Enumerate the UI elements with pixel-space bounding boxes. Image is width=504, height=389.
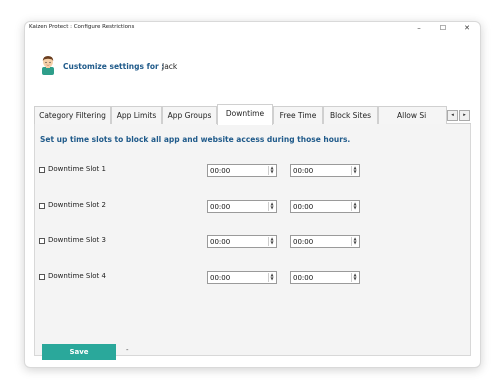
tab-app-groups[interactable]: App Groups: [162, 106, 217, 124]
tab-scroll-left-icon[interactable]: ◂: [447, 110, 458, 121]
end-time-value: 00:00: [293, 274, 314, 282]
time-spinner-icon[interactable]: ▲ ▼: [268, 237, 275, 246]
downtime-panel: Set up time slots to block all app and w…: [34, 124, 471, 360]
tab-downtime[interactable]: Downtime: [217, 104, 273, 125]
start-time-input[interactable]: 00:00 ▲ ▼: [207, 235, 277, 248]
tab-free-time[interactable]: Free Time: [273, 106, 323, 124]
tab-app-limits[interactable]: App Limits: [111, 106, 162, 124]
time-spinner-icon[interactable]: ▲ ▼: [351, 202, 358, 211]
downtime-slot-row: Downtime Slot 4 00:00 ▲ ▼ 00:00 ▲ ▼: [35, 271, 470, 285]
end-time-value: 00:00: [293, 203, 314, 211]
start-time-value: 00:00: [210, 238, 231, 246]
user-avatar-icon: [42, 56, 54, 75]
tab-category-filtering[interactable]: Category Filtering: [34, 106, 111, 124]
time-spinner-icon[interactable]: ▲ ▼: [351, 273, 358, 282]
window-title: Kaizen Protect : Configure Restrictions: [29, 24, 135, 30]
start-time-input[interactable]: 00:00 ▲ ▼: [207, 164, 277, 177]
slot-label: Downtime Slot 3: [48, 236, 106, 244]
end-time-input[interactable]: 00:00 ▲ ▼: [290, 200, 360, 213]
tab-scroll-right-icon[interactable]: ▸: [459, 110, 470, 121]
time-spinner-icon[interactable]: ▲ ▼: [268, 202, 275, 211]
tab-allow-sites[interactable]: Allow Si: [378, 106, 447, 124]
end-time-input[interactable]: 00:00 ▲ ▼: [290, 235, 360, 248]
end-time-input[interactable]: 00:00 ▲ ▼: [290, 271, 360, 284]
slot-checkbox[interactable]: [39, 203, 45, 209]
user-name: Jack: [162, 62, 178, 71]
end-time-input[interactable]: 00:00 ▲ ▼: [290, 164, 360, 177]
slot-label: Downtime Slot 2: [48, 201, 106, 209]
start-time-value: 00:00: [210, 167, 231, 175]
slot-label: Downtime Slot 4: [48, 272, 106, 280]
time-spinner-icon[interactable]: ▲ ▼: [268, 273, 275, 282]
start-time-input[interactable]: 00:00 ▲ ▼: [207, 200, 277, 213]
start-time-input[interactable]: 00:00 ▲ ▼: [207, 271, 277, 284]
customize-label: Customize settings for :: [63, 62, 165, 71]
title-bar: Kaizen Protect : Configure Restrictions …: [25, 22, 480, 36]
time-spinner-icon[interactable]: ▲ ▼: [268, 166, 275, 175]
tab-bar: Category Filtering App Limits App Groups…: [34, 104, 471, 125]
downtime-slot-row: Downtime Slot 1 00:00 ▲ ▼ 00:00 ▲ ▼: [35, 164, 470, 178]
end-time-value: 00:00: [293, 238, 314, 246]
start-time-value: 00:00: [210, 274, 231, 282]
status-text: -: [126, 346, 129, 354]
time-spinner-icon[interactable]: ▲ ▼: [351, 237, 358, 246]
minimize-button[interactable]: –: [412, 23, 426, 33]
time-spinner-icon[interactable]: ▲ ▼: [351, 166, 358, 175]
instruction-text: Set up time slots to block all app and w…: [40, 135, 351, 144]
app-window: Kaizen Protect : Configure Restrictions …: [24, 21, 481, 368]
start-time-value: 00:00: [210, 203, 231, 211]
save-button[interactable]: Save: [42, 344, 116, 360]
slot-label: Downtime Slot 1: [48, 165, 106, 173]
close-button[interactable]: ✕: [460, 23, 474, 33]
slot-checkbox[interactable]: [39, 167, 45, 173]
maximize-button[interactable]: ☐: [436, 23, 450, 33]
tab-block-sites[interactable]: Block Sites: [323, 106, 378, 124]
slot-checkbox[interactable]: [39, 274, 45, 280]
tab-scroll-controls: ◂ ▸: [447, 110, 471, 122]
downtime-slot-row: Downtime Slot 3 00:00 ▲ ▼ 00:00 ▲ ▼: [35, 235, 470, 249]
downtime-slot-row: Downtime Slot 2 00:00 ▲ ▼ 00:00 ▲ ▼: [35, 200, 470, 214]
end-time-value: 00:00: [293, 167, 314, 175]
slot-checkbox[interactable]: [39, 238, 45, 244]
